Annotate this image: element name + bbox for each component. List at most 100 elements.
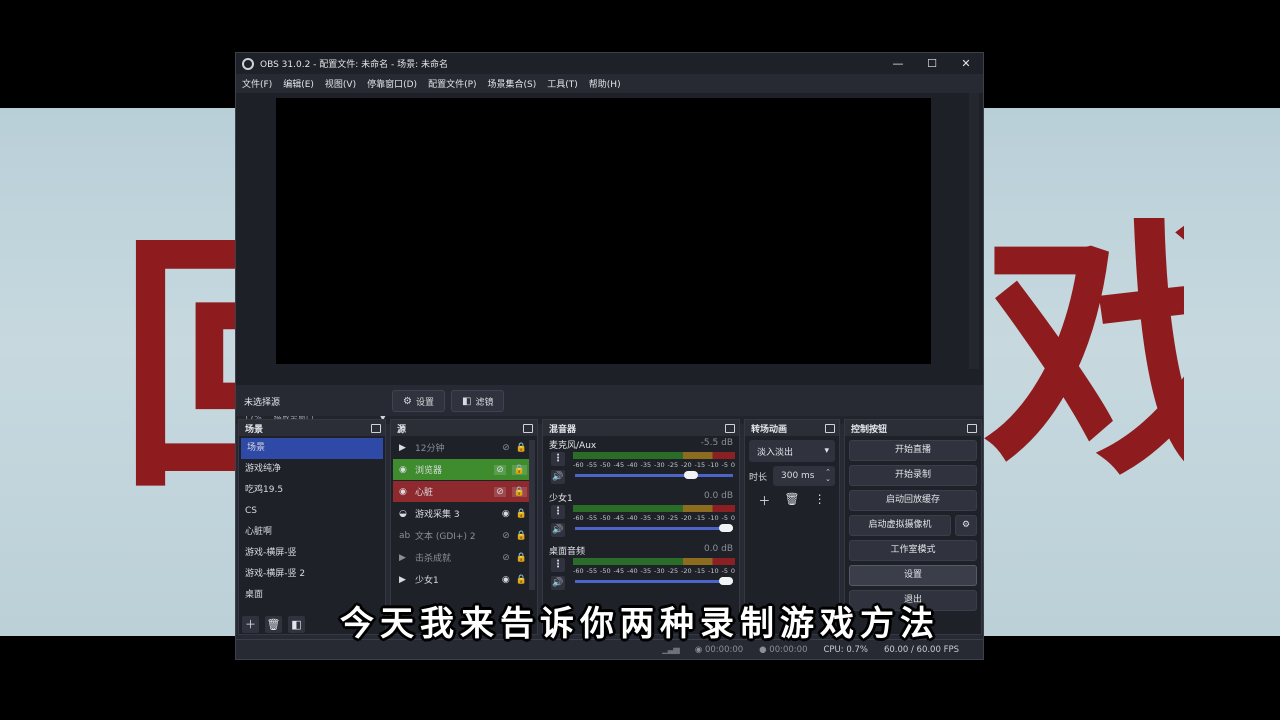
volume-fader[interactable]: [575, 577, 733, 585]
preview-scrollbar[interactable]: [969, 93, 979, 369]
hidden-eye-icon[interactable]: ⊘: [502, 531, 510, 541]
meter-tick-label: -25: [667, 567, 679, 575]
menu-docks[interactable]: 停靠窗口(D): [367, 77, 417, 90]
preview-area: 17% 缩放至窗口 ▼: [236, 93, 983, 424]
signal-icon: ▁▃▅: [662, 644, 680, 655]
lock-icon[interactable]: 🔒: [511, 464, 527, 475]
speaker-icon[interactable]: 🔊: [551, 576, 565, 590]
close-button[interactable]: ✕: [949, 53, 983, 74]
popout-icon[interactable]: [825, 423, 835, 433]
fader-knob[interactable]: [719, 577, 733, 585]
browser-icon: ◉: [399, 486, 407, 497]
lock-icon[interactable]: 🔒: [516, 509, 527, 519]
menu-file[interactable]: 文件(F): [242, 77, 272, 90]
source-settings-button[interactable]: ⚙ 设置: [392, 390, 445, 412]
mixer-channel: 麦克风/Aux -5.5 dB ⋮ 🔊 -60 -55 -50 -45 -40 -35 -30 -25…: [543, 436, 739, 489]
lock-icon[interactable]: 🔒: [516, 575, 527, 585]
volume-fader[interactable]: [575, 471, 733, 479]
duration-spinbox[interactable]: 300 ms ⌃ ⌄: [773, 466, 835, 486]
popout-icon[interactable]: [967, 423, 977, 433]
transition-type: 淡入淡出: [757, 447, 794, 458]
settings-button[interactable]: 设置: [849, 565, 977, 586]
source-item[interactable]: ◉ 浏览器 ⊘ 🔒: [393, 459, 535, 480]
eye-icon[interactable]: ◉: [502, 575, 510, 585]
scene-item[interactable]: CS: [239, 501, 385, 522]
sources-scrollbar[interactable]: [529, 440, 535, 590]
source-item[interactable]: ◉ 心脏 ⊘ 🔒: [393, 481, 535, 502]
source-label: 少女1: [415, 576, 439, 586]
fader-knob[interactable]: [719, 524, 733, 532]
minimize-button[interactable]: —: [881, 53, 915, 74]
menu-profile[interactable]: 配置文件(P): [428, 77, 476, 90]
scenes-dock-title: 场景: [245, 424, 264, 435]
spin-arrows-icon[interactable]: ⌃ ⌄: [825, 469, 831, 483]
hidden-eye-icon[interactable]: ⊘: [494, 464, 506, 475]
meter-tick-label: -55: [586, 461, 598, 469]
eye-icon[interactable]: ◉: [502, 509, 510, 519]
scene-item[interactable]: 场景: [241, 438, 383, 459]
lock-icon[interactable]: 🔒: [516, 531, 527, 541]
meter-ticks: -60 -55 -50 -45 -40 -35 -30 -25 -20 -15 -10 -5 0: [573, 567, 735, 575]
volume-fader[interactable]: [575, 524, 733, 532]
add-icon[interactable]: ＋: [758, 492, 770, 509]
source-item[interactable]: ab 文本 (GDI+) 2 ⊘ 🔒: [393, 525, 535, 546]
transition-select[interactable]: 淡入淡出 ▾: [749, 440, 835, 462]
mixer-channel-head: 麦克风/Aux -5.5 dB: [549, 438, 733, 451]
popout-icon[interactable]: [371, 423, 381, 433]
menu-bar: 文件(F) 编辑(E) 视图(V) 停靠窗口(D) 配置文件(P) 场景集合(S…: [236, 74, 983, 93]
meter-tick-label: -30: [654, 514, 665, 522]
start-record-button[interactable]: 开始录制: [849, 465, 977, 486]
transition-actions: ＋ 🗑 ⋮: [745, 492, 839, 509]
meter-tick-label: -15: [694, 567, 706, 575]
hidden-eye-icon[interactable]: ⊘: [502, 553, 510, 563]
meter-tick-label: -25: [667, 514, 679, 522]
source-label: 12分钟: [415, 444, 445, 454]
filter-icon: ◧: [461, 395, 472, 407]
scene-item[interactable]: 游戏-横屏-竖 2: [239, 564, 385, 585]
hidden-eye-icon[interactable]: ⊘: [494, 486, 506, 497]
play-icon: ▶: [399, 574, 406, 585]
lock-icon[interactable]: 🔒: [516, 553, 527, 563]
lock-icon[interactable]: 🔒: [516, 443, 527, 453]
speaker-icon[interactable]: 🔊: [551, 523, 565, 537]
source-filters-button[interactable]: ◧ 滤镜: [450, 390, 505, 412]
fader-knob[interactable]: [684, 471, 699, 479]
more-icon[interactable]: ⋮: [551, 452, 565, 466]
virtual-cam-button[interactable]: 启动虚拟摄像机: [849, 515, 951, 536]
source-item[interactable]: ▶ 12分钟 ⊘ 🔒: [393, 437, 535, 458]
menu-help[interactable]: 帮助(H): [589, 77, 621, 90]
source-toolbar: 未选择源 ⚙ 设置 ◧ 滤镜: [236, 386, 983, 416]
maximize-button[interactable]: ☐: [915, 53, 949, 74]
menu-scene-collection[interactable]: 场景集合(S): [488, 77, 537, 90]
source-item[interactable]: ◒ 游戏采集 3 ◉ 🔒: [393, 503, 535, 524]
speaker-icon[interactable]: 🔊: [551, 470, 565, 484]
scene-item[interactable]: 心脏啊: [239, 522, 385, 543]
scene-item[interactable]: 吃鸡19.5: [239, 480, 385, 501]
stream-status: ◉ 00:00:00: [695, 645, 743, 655]
menu-tools[interactable]: 工具(T): [547, 77, 578, 90]
hidden-eye-icon[interactable]: ⊘: [502, 443, 510, 453]
lock-icon[interactable]: 🔒: [511, 486, 527, 497]
start-stream-button[interactable]: 开始直播: [849, 440, 977, 461]
meter-tick-label: -55: [586, 514, 598, 522]
popout-icon[interactable]: [523, 423, 533, 433]
menu-edit[interactable]: 编辑(E): [283, 77, 314, 90]
source-item[interactable]: ▶ 击杀成就 ⊘ 🔒: [393, 547, 535, 568]
transitions-dock-header: 转场动画: [745, 420, 839, 436]
more-icon[interactable]: ⋮: [551, 505, 565, 519]
scene-item[interactable]: 游戏-横屏-竖: [239, 543, 385, 564]
trash-icon[interactable]: 🗑: [784, 492, 799, 509]
replay-buffer-button[interactable]: 启动回放缓存: [849, 490, 977, 511]
more-icon[interactable]: ⋮: [814, 492, 826, 509]
menu-view[interactable]: 视图(V): [325, 77, 356, 90]
duration-value: 300 ms: [781, 471, 815, 481]
more-icon[interactable]: ⋮: [551, 558, 565, 572]
scene-item[interactable]: 游戏纯净: [239, 459, 385, 480]
studio-mode-button[interactable]: 工作室模式: [849, 540, 977, 561]
gear-icon: ⚙: [403, 395, 412, 407]
meter-tick-label: 0: [730, 514, 735, 522]
source-item[interactable]: ▶ 少女1 ◉ 🔒: [393, 569, 535, 590]
preview-canvas[interactable]: [276, 98, 931, 364]
gear-icon[interactable]: ⚙: [955, 515, 977, 536]
popout-icon[interactable]: [725, 423, 735, 433]
